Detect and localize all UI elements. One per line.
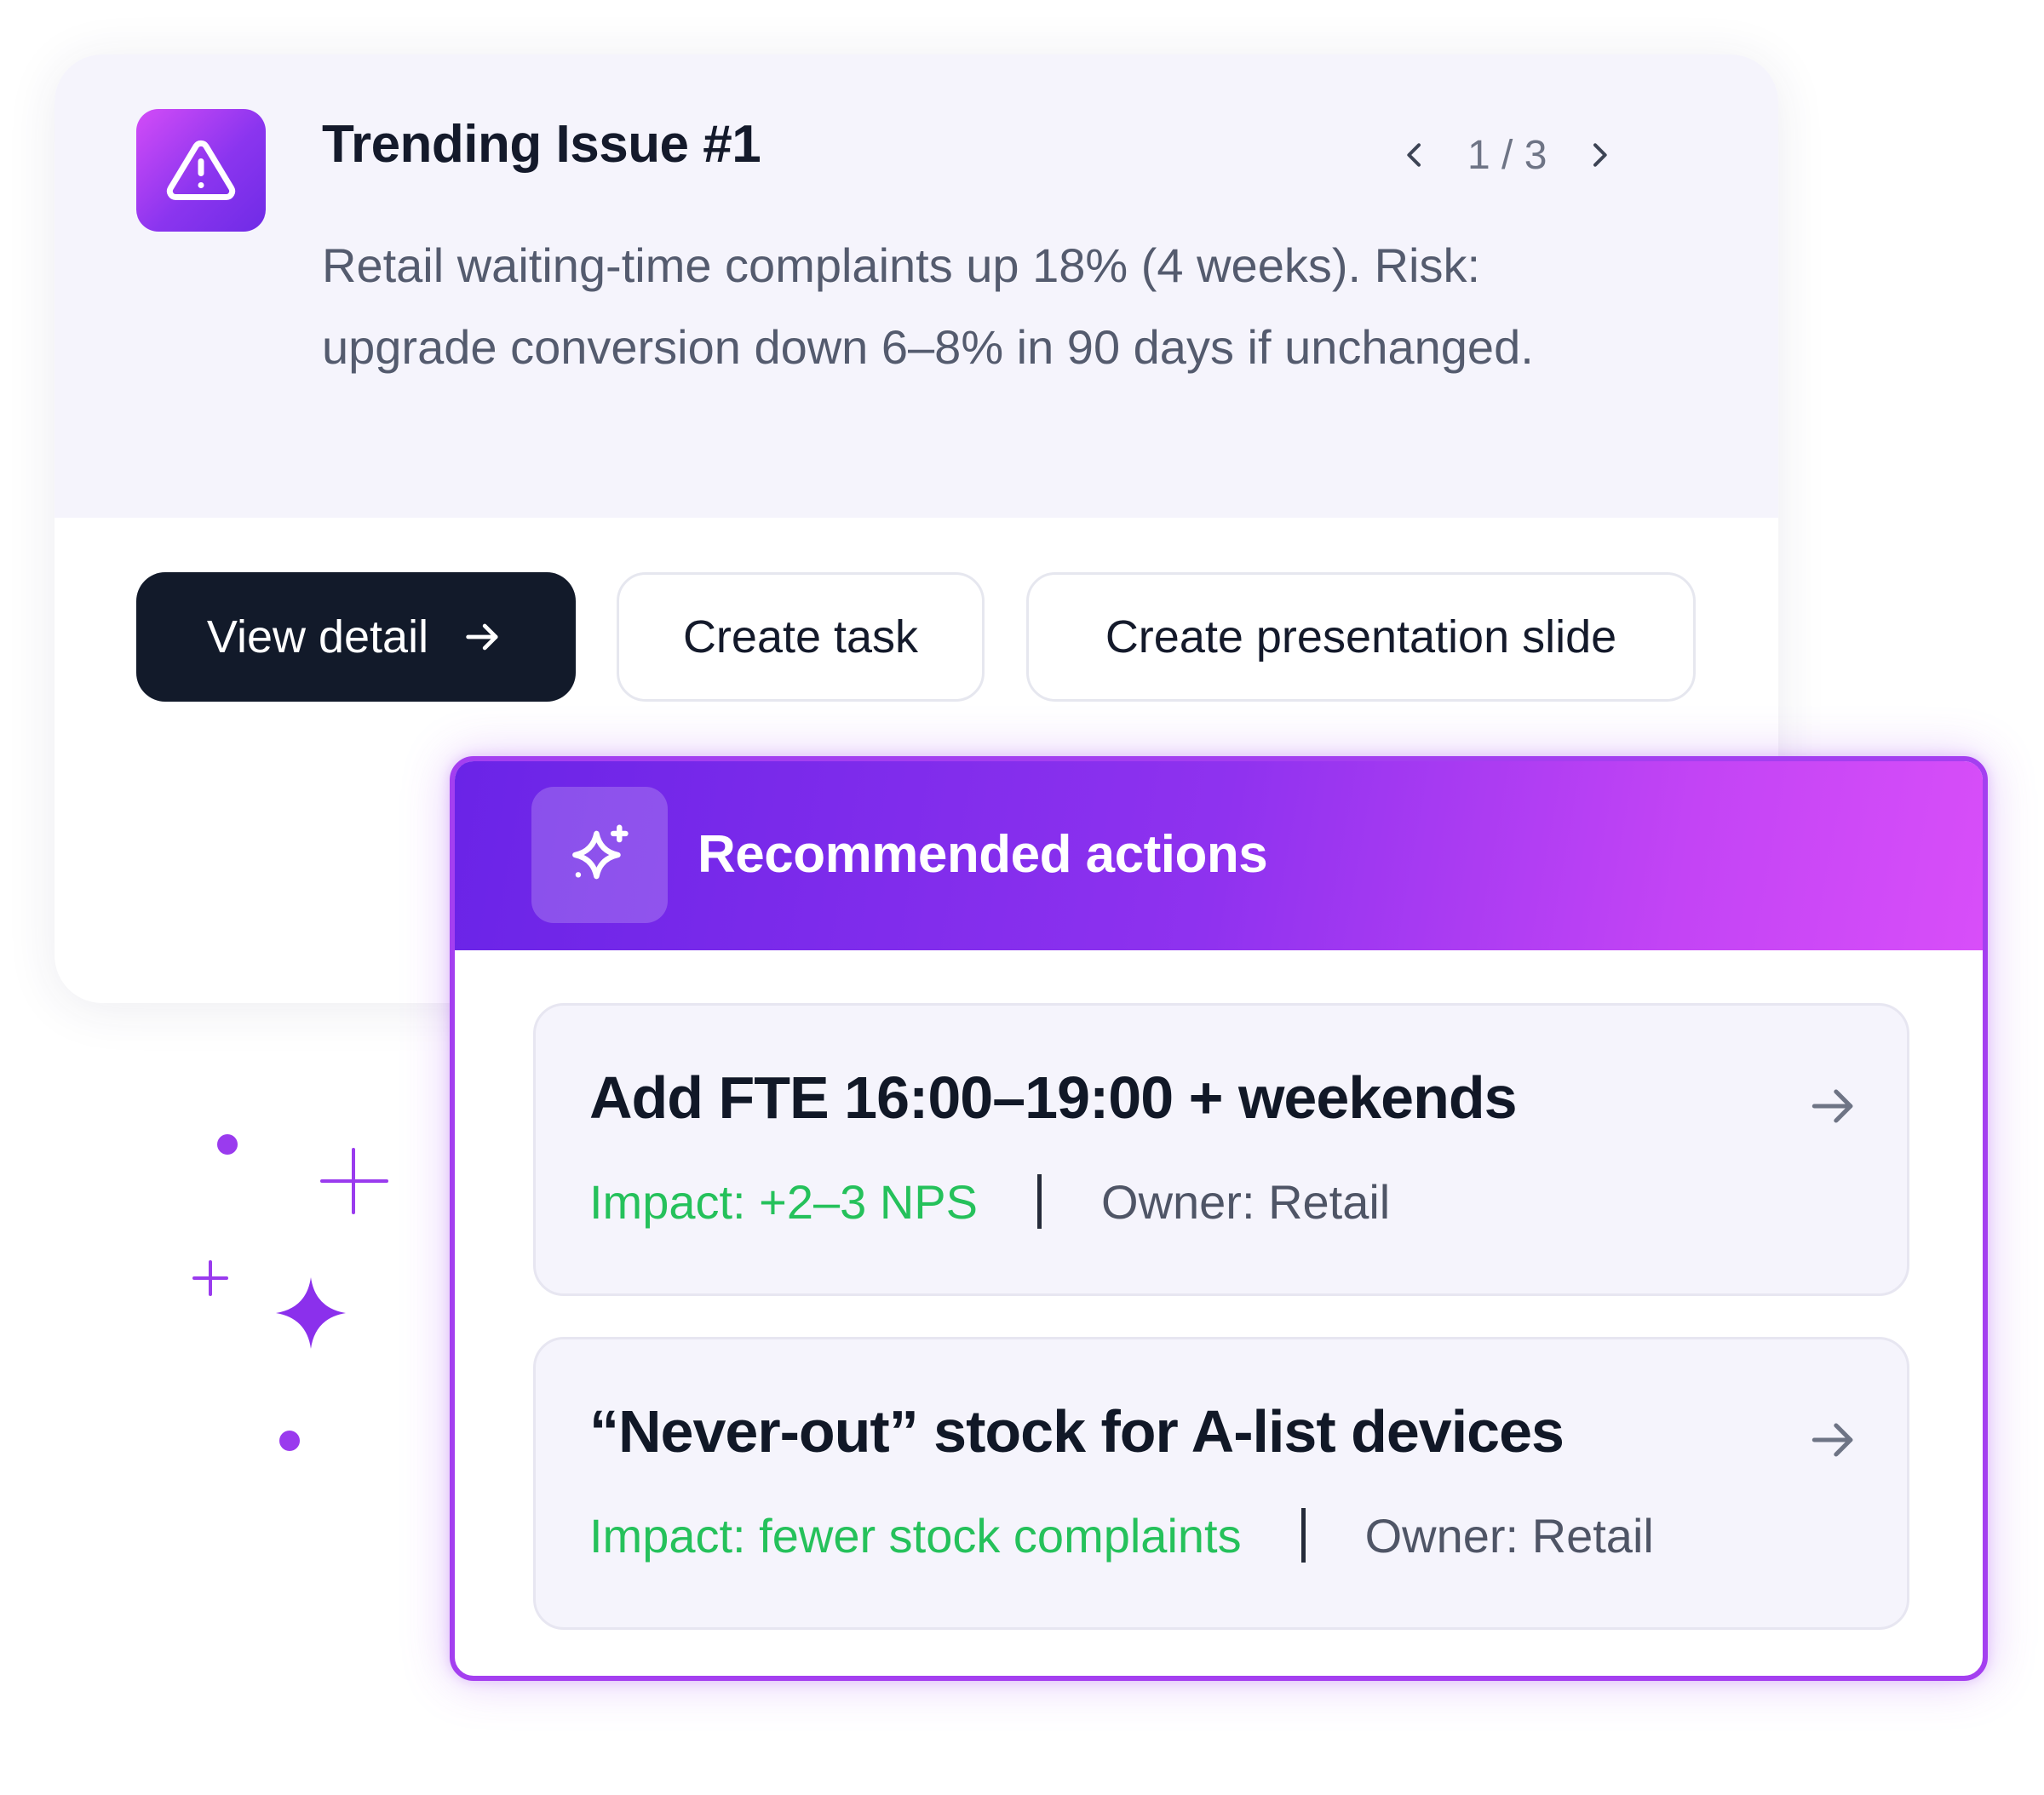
view-detail-label: View detail xyxy=(206,611,429,662)
issue-title: Trending Issue #1 xyxy=(322,115,761,174)
page-indicator: 1 / 3 xyxy=(1467,132,1547,178)
action-meta: Impact: +2–3 NPS Owner: Retail xyxy=(589,1167,1390,1236)
action-meta: Impact: fewer stock complaints Owner: Re… xyxy=(589,1501,1654,1569)
warning-icon-tile xyxy=(136,109,266,232)
sparkle-dot-icon xyxy=(279,1431,300,1451)
plus-sparkle-icon xyxy=(192,1260,228,1296)
sparkle-dot-icon xyxy=(217,1134,238,1155)
recommended-actions-title: Recommended actions xyxy=(698,825,1268,884)
action-impact: Impact: fewer stock complaints xyxy=(589,1508,1242,1563)
chevron-right-icon xyxy=(1593,143,1608,167)
divider xyxy=(1300,1508,1306,1563)
decorative-sparkles xyxy=(192,1134,388,1451)
action-card[interactable]: “Never-out” stock for A-list devices Imp… xyxy=(533,1337,1909,1630)
star-sparkle-icon xyxy=(276,1277,346,1349)
arrow-right-icon xyxy=(1805,1411,1863,1469)
recommended-actions-panel: Recommended actions Add FTE 16:00–19:00 … xyxy=(450,756,1988,1681)
chevron-left-icon xyxy=(1407,143,1421,167)
action-card[interactable]: Add FTE 16:00–19:00 + weekends Impact: +… xyxy=(533,1003,1909,1296)
issue-pager: 1 / 3 xyxy=(1387,128,1627,182)
view-detail-button[interactable]: View detail xyxy=(136,572,576,702)
sparkle-icon xyxy=(572,824,629,880)
arrow-right-icon xyxy=(1805,1077,1863,1135)
arrow-right-icon xyxy=(461,615,505,659)
action-owner: Owner: Retail xyxy=(1364,1508,1654,1563)
sparkle-icon-tile xyxy=(531,787,668,923)
action-title: “Never-out” stock for A-list devices xyxy=(589,1398,1565,1465)
issue-description: Retail waiting-time complaints up 18% (4… xyxy=(322,238,1534,374)
plus-sparkle-icon xyxy=(320,1148,388,1214)
create-presentation-slide-button[interactable]: Create presentation slide xyxy=(1026,572,1696,702)
create-task-button[interactable]: Create task xyxy=(617,572,985,702)
previous-issue-button[interactable] xyxy=(1387,128,1442,182)
action-title: Add FTE 16:00–19:00 + weekends xyxy=(589,1064,1518,1131)
action-owner: Owner: Retail xyxy=(1101,1174,1391,1229)
card-header: Trending Issue #1 1 / 3 Retail waiting-t… xyxy=(55,54,1778,518)
recommended-actions-header: Recommended actions xyxy=(455,761,1983,950)
warning-triangle-icon xyxy=(166,140,236,200)
divider xyxy=(1037,1174,1042,1229)
action-impact: Impact: +2–3 NPS xyxy=(589,1174,979,1229)
next-issue-button[interactable] xyxy=(1572,128,1627,182)
